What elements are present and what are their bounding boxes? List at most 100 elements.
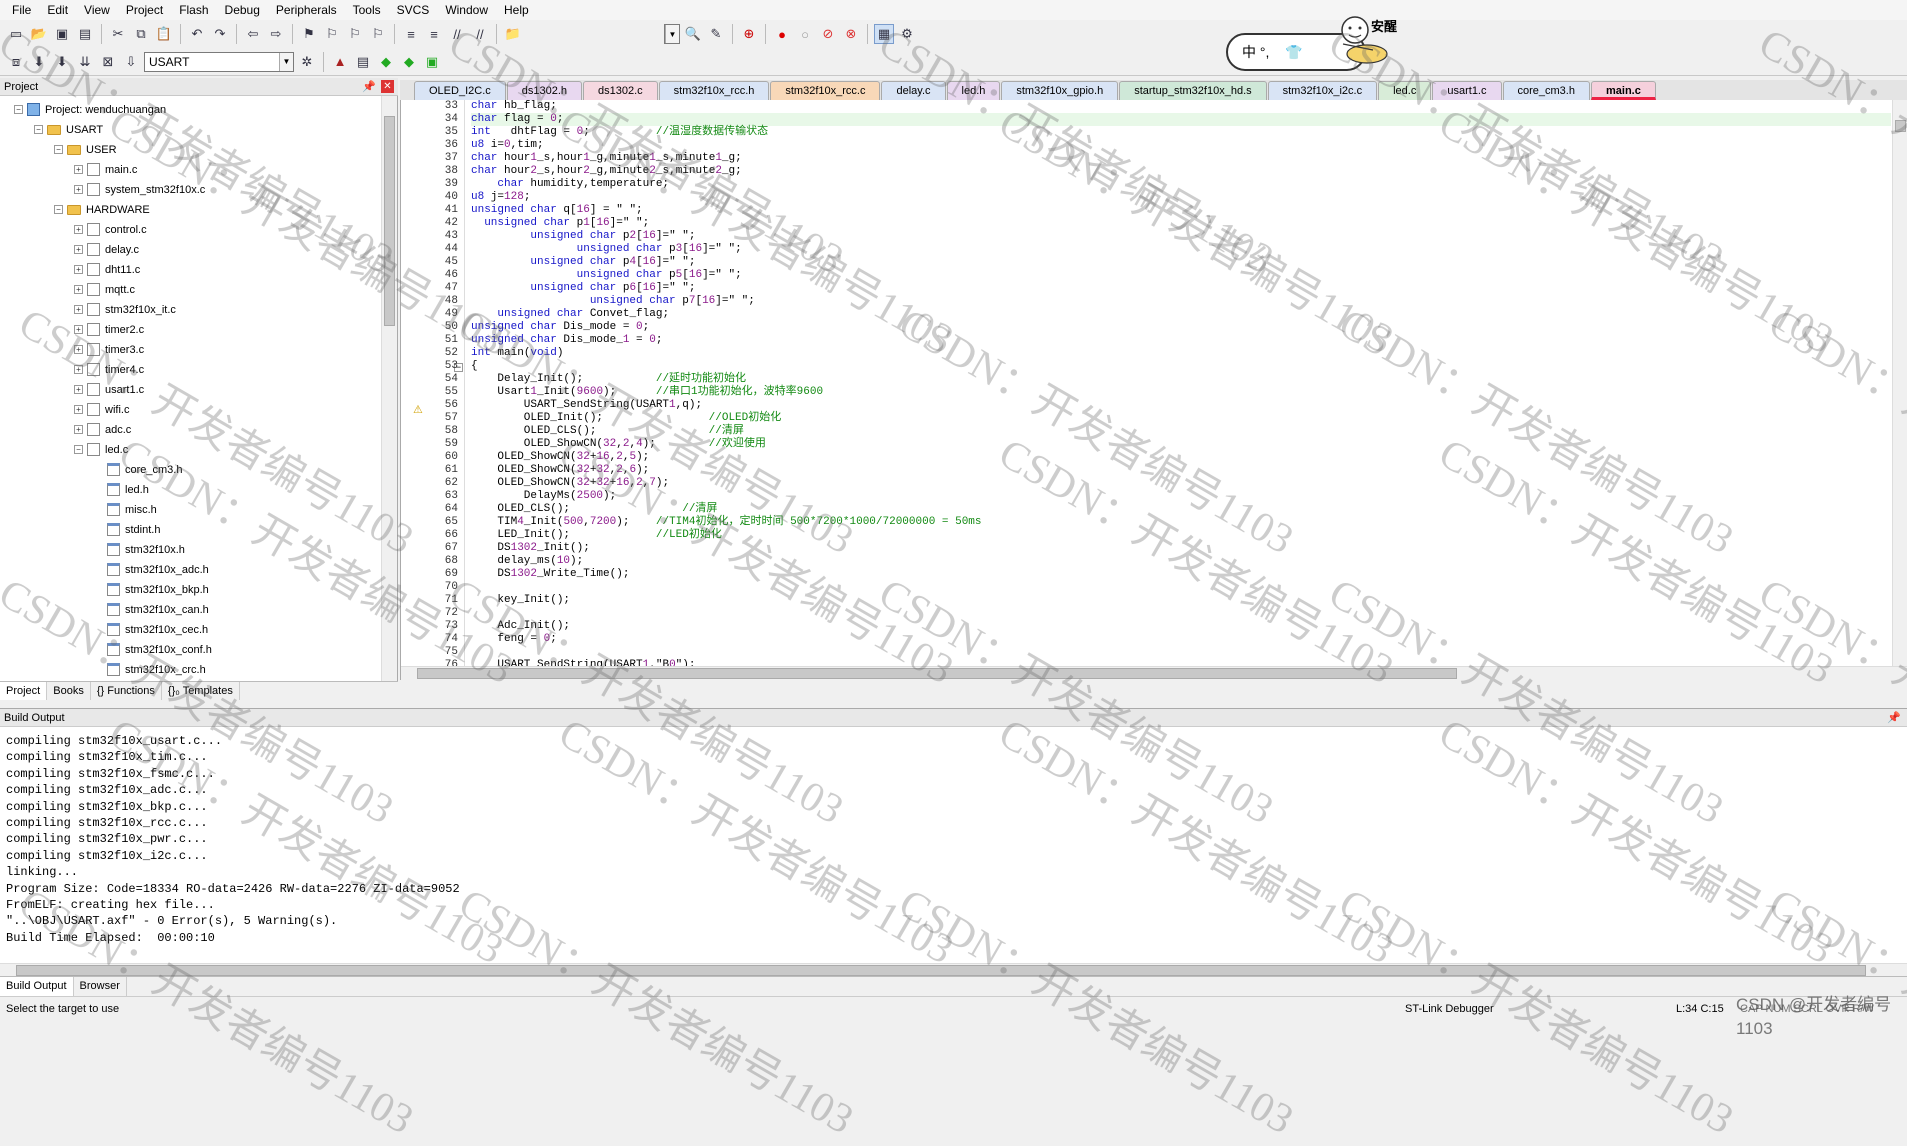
tab-templates[interactable]: {}₀ Templates xyxy=(162,682,240,700)
tree-item[interactable]: stm32f10x_cec.h xyxy=(94,620,208,639)
editor-tab[interactable]: stm32f10x_i2c.c xyxy=(1268,81,1377,100)
tree-item[interactable]: +main.c xyxy=(74,160,137,179)
open-file-icon[interactable]: 📂 xyxy=(29,24,49,44)
editor-tab[interactable]: delay.c xyxy=(881,81,945,100)
tree-item[interactable]: +timer2.c xyxy=(74,320,144,339)
code-line[interactable]: LED_Init(); //LED初始化 xyxy=(471,529,722,542)
tree-item[interactable]: +wifi.c xyxy=(74,400,129,419)
menu-debug[interactable]: Debug xyxy=(217,0,268,20)
scroll-thumb[interactable] xyxy=(417,668,1457,679)
editor-tab[interactable]: ds1302.h xyxy=(507,81,582,100)
tree-item[interactable]: stm32f10x_crc.h xyxy=(94,660,206,679)
copy-icon[interactable]: ⧉ xyxy=(131,24,151,44)
stop-build-icon[interactable]: ⊠ xyxy=(98,52,118,72)
incremental-find-icon[interactable]: ✎ xyxy=(706,24,726,44)
expand-icon[interactable]: + xyxy=(74,365,83,374)
code-line[interactable]: TIM4_Init(500,7200); //TIM4初始化，定时时间 500*… xyxy=(471,516,982,529)
code-line[interactable]: OLED_ShowCN(32+32,2,6); xyxy=(471,464,649,477)
tree-item[interactable]: +delay.c xyxy=(74,240,139,259)
breakpoint-kill-all-icon[interactable]: ⊗ xyxy=(841,24,861,44)
code-line[interactable]: unsigned char p5[16]=" "; xyxy=(471,269,742,282)
pin-icon[interactable]: 📌 xyxy=(362,78,376,96)
editor-tab[interactable]: OLED_I2C.c xyxy=(414,81,506,100)
collapse-icon[interactable]: − xyxy=(34,125,43,134)
code-line[interactable]: OLED_Init(); //OLED初始化 xyxy=(471,412,781,425)
bookmark-clear-icon[interactable]: ⚐ xyxy=(368,24,388,44)
tree-item[interactable]: stm32f10x_conf.h xyxy=(94,640,212,659)
code-line[interactable]: unsigned char p6[16]=" "; xyxy=(471,282,695,295)
expand-icon[interactable]: + xyxy=(74,225,83,234)
close-icon[interactable]: ✕ xyxy=(381,80,394,93)
batch-build-icon[interactable]: ⇊ xyxy=(75,52,95,72)
expand-icon[interactable]: + xyxy=(74,285,83,294)
editor-tab[interactable]: led.h xyxy=(947,81,1001,100)
find-in-files-icon[interactable]: 📁 xyxy=(503,24,523,44)
run-time-env-icon[interactable]: ▣ xyxy=(422,52,442,72)
code-line[interactable]: char hour1_s,hour1_g,minute1_s,minute1_g… xyxy=(471,152,742,165)
tree-item[interactable]: +timer4.c xyxy=(74,360,144,379)
code-line[interactable]: Adc_Init(); xyxy=(471,620,570,633)
menu-peripherals[interactable]: Peripherals xyxy=(268,0,345,20)
new-file-icon[interactable]: ▭ xyxy=(6,24,26,44)
menu-help[interactable]: Help xyxy=(496,0,537,20)
tree-item[interactable]: +mqtt.c xyxy=(74,280,135,299)
code-line[interactable]: Delay_Init(); //延时功能初始化 xyxy=(471,373,746,386)
code-line[interactable]: int dhtFlag = 0; //温湿度数据传输状态 xyxy=(471,126,768,139)
tree-item[interactable]: stm32f10x.h xyxy=(94,540,185,559)
editor-vscrollbar[interactable] xyxy=(1892,100,1907,666)
bookmark-prev-icon[interactable]: ⚐ xyxy=(322,24,342,44)
cut-icon[interactable]: ✂ xyxy=(108,24,128,44)
build-icon[interactable]: ⬇ xyxy=(29,52,49,72)
expand-icon[interactable]: + xyxy=(74,265,83,274)
tree-item[interactable]: −Project: wenduchuangan xyxy=(14,100,166,119)
code-line[interactable]: char flag = 0; xyxy=(471,113,563,126)
collapse-icon[interactable]: − xyxy=(14,105,23,114)
find-combo[interactable]: ▼ xyxy=(664,24,680,44)
code-line[interactable]: int main(void) xyxy=(471,347,563,360)
tree-item[interactable]: +usart1.c xyxy=(74,380,144,399)
manage-components-icon[interactable]: ▤ xyxy=(353,52,373,72)
tree-item[interactable]: misc.h xyxy=(94,500,157,519)
save-icon[interactable]: ▣ xyxy=(52,24,72,44)
save-all-icon[interactable]: ▤ xyxy=(75,24,95,44)
code-line[interactable]: unsigned char p7[16]=" "; xyxy=(471,295,755,308)
menu-view[interactable]: View xyxy=(76,0,118,20)
menu-flash[interactable]: Flash xyxy=(171,0,216,20)
collapse-icon[interactable]: − xyxy=(54,205,63,214)
tree-item[interactable]: +stm32f10x_it.c xyxy=(74,300,176,319)
editor-tab[interactable]: stm32f10x_rcc.c xyxy=(770,81,880,100)
target-options-icon[interactable]: ✲ xyxy=(297,52,317,72)
expand-icon[interactable]: + xyxy=(74,425,83,434)
breakpoint-icon[interactable]: ● xyxy=(772,24,792,44)
tree-item[interactable]: +dht11.c xyxy=(74,260,140,279)
code-line[interactable]: unsigned char p4[16]=" "; xyxy=(471,256,695,269)
code-area[interactable]: char hb_flag;char flag = 0;int dhtFlag =… xyxy=(471,100,1891,680)
editor-hscrollbar[interactable] xyxy=(401,666,1907,680)
tree-item[interactable]: +system_stm32f10x.c xyxy=(74,180,205,199)
menu-window[interactable]: Window xyxy=(437,0,496,20)
code-line[interactable]: DelayMs(2500); xyxy=(471,490,616,503)
pin-icon[interactable]: 📌 xyxy=(1887,709,1901,727)
build-hscrollbar[interactable] xyxy=(0,963,1907,977)
indent-icon[interactable]: ≡ xyxy=(401,24,421,44)
scroll-thumb[interactable] xyxy=(1895,120,1906,132)
expand-icon[interactable]: + xyxy=(74,305,83,314)
expand-icon[interactable]: + xyxy=(74,385,83,394)
editor-tab[interactable]: main.c xyxy=(1591,81,1656,100)
expand-icon[interactable]: + xyxy=(74,185,83,194)
tree-item[interactable]: +timer3.c xyxy=(74,340,144,359)
rebuild-icon[interactable]: ⬇ xyxy=(52,52,72,72)
tree-item[interactable]: stm32f10x_adc.h xyxy=(94,560,209,579)
tree-item[interactable]: stm32f10x_can.h xyxy=(94,600,209,619)
code-line[interactable]: key_Init(); xyxy=(471,594,570,607)
breakpoint-disable-all-icon[interactable]: ⊘ xyxy=(818,24,838,44)
window-layout-icon[interactable]: ▦ xyxy=(874,24,894,44)
editor-tab[interactable]: core_cm3.h xyxy=(1503,81,1590,100)
editor-tab[interactable]: usart1.c xyxy=(1432,81,1501,100)
tab-build-output[interactable]: Build Output xyxy=(0,977,74,996)
find-icon[interactable]: 🔍 xyxy=(683,24,703,44)
editor-tab[interactable]: stm32f10x_rcc.h xyxy=(659,81,770,100)
code-line[interactable]: unsigned char p3[16]=" "; xyxy=(471,243,742,256)
expand-icon[interactable]: + xyxy=(74,245,83,254)
code-line[interactable]: char hb_flag; xyxy=(471,100,557,113)
